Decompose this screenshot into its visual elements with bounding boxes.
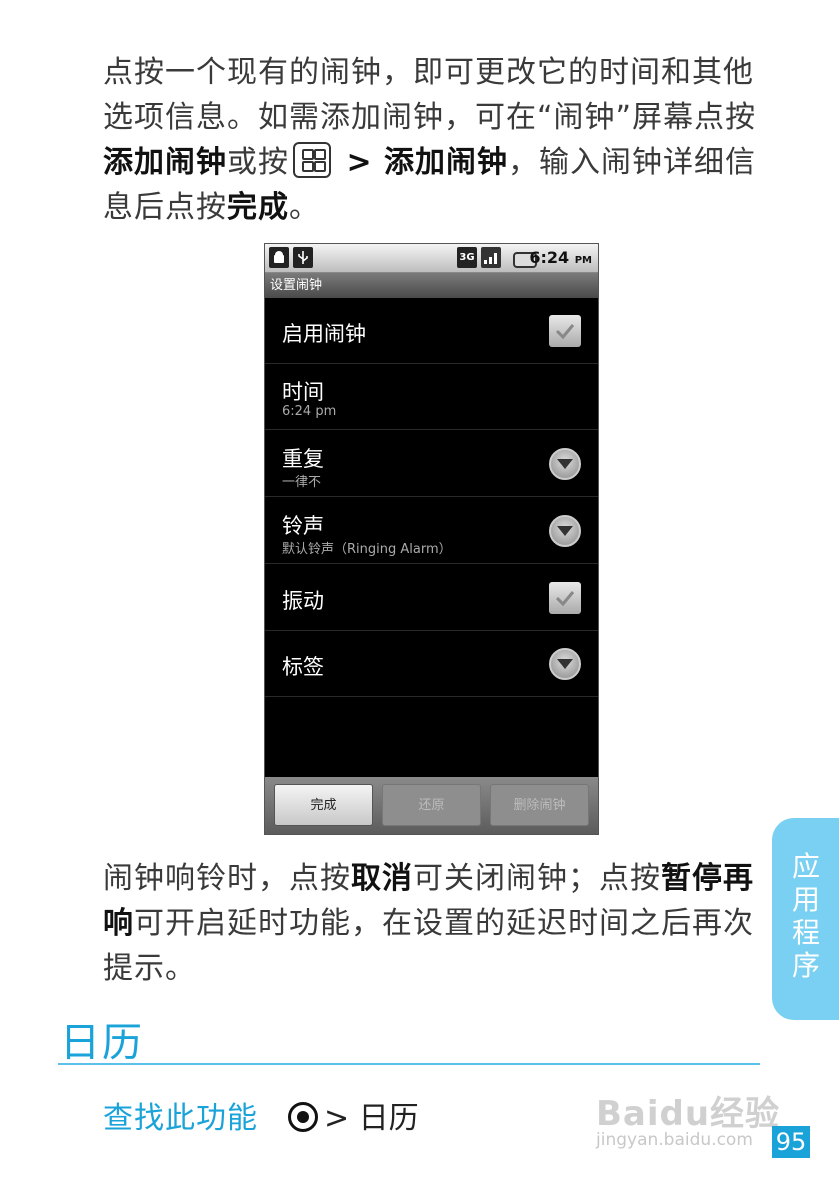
- setting-vibrate[interactable]: 振动: [265, 565, 598, 631]
- baidu-watermark: Baidu经验 jingyan.baidu.com: [596, 1078, 786, 1158]
- phone-screenshot: 3G 6:24 PM 设置闹钟 启用闹钟 时间 6:24 pm 重复 一律不 铃…: [264, 243, 599, 835]
- bold-term: 添加闹钟: [384, 145, 509, 180]
- find-feature-row: 查找此功能 > 日历: [103, 1093, 419, 1137]
- dropdown-arrow-icon[interactable]: [549, 448, 581, 480]
- setting-label[interactable]: 标签: [265, 631, 598, 697]
- watermark-url: jingyan.baidu.com: [596, 1130, 753, 1150]
- chapter-tab: 应用程序: [772, 818, 839, 1020]
- bold-term: 完成: [227, 190, 289, 225]
- home-key-icon: [288, 1102, 318, 1132]
- setting-enable-alarm[interactable]: 启用闹钟: [265, 298, 598, 364]
- row-label: 时间: [282, 380, 324, 404]
- dropdown-arrow-icon[interactable]: [549, 648, 581, 680]
- dropdown-arrow-icon[interactable]: [549, 515, 581, 547]
- status-bar: 3G 6:24 PM: [265, 244, 598, 273]
- row-label: 振动: [282, 589, 324, 613]
- menu-key-icon: [293, 142, 331, 178]
- text: 点按一个现有的闹钟，即可更改它的时间和其他选项信息。如需添加闹钟，可在“闹钟”屏…: [103, 55, 757, 135]
- android-icon: [269, 247, 289, 268]
- page-number: 95: [772, 1126, 810, 1158]
- section-title: 日历: [60, 1020, 144, 1066]
- row-label: 启用闹钟: [282, 322, 366, 346]
- done-button[interactable]: 完成: [274, 784, 373, 826]
- network-3g-icon: 3G: [457, 247, 477, 268]
- arrow-separator: >: [335, 145, 385, 180]
- bold-term: 添加闹钟: [103, 145, 227, 180]
- screen-title: 设置闹钟: [265, 273, 598, 298]
- bold-term: 取消: [351, 861, 413, 896]
- time-value: 6:24: [529, 248, 570, 267]
- text: 可开启延时功能，在设置的延迟时间之后再次提示。: [103, 906, 754, 986]
- ringing-paragraph: 闹钟响铃时，点按取消可关闭闹钟；点按暂停再响可开启延时功能，在设置的延迟时间之后…: [103, 856, 763, 991]
- chapter-tab-label: 应用程序: [791, 850, 820, 982]
- setting-ringtone[interactable]: 铃声 默认铃声（Ringing Alarm）: [265, 498, 598, 564]
- delete-alarm-button[interactable]: 删除闹钟: [490, 784, 589, 826]
- watermark-logo: Baidu经验: [596, 1094, 781, 1134]
- row-label: 标签: [282, 655, 324, 679]
- find-feature-path: > 日历: [324, 1101, 419, 1136]
- signal-icon: [481, 247, 501, 268]
- text: 或按: [227, 145, 289, 180]
- text: 闹钟响铃时，点按: [103, 861, 351, 896]
- bottom-button-bar: 完成 还原 删除闹钟: [265, 777, 598, 834]
- find-feature-label: 查找此功能: [103, 1101, 258, 1136]
- row-value: 一律不: [282, 475, 322, 490]
- row-label: 铃声: [282, 514, 324, 538]
- row-value: 默认铃声（Ringing Alarm）: [282, 542, 452, 557]
- setting-repeat[interactable]: 重复 一律不: [265, 431, 598, 497]
- usb-icon: [293, 247, 313, 268]
- section-divider: [58, 1063, 760, 1065]
- revert-button[interactable]: 还原: [382, 784, 481, 826]
- time-ampm: PM: [574, 255, 592, 266]
- intro-paragraph: 点按一个现有的闹钟，即可更改它的时间和其他选项信息。如需添加闹钟，可在“闹钟”屏…: [103, 50, 763, 230]
- checkbox-checked-icon[interactable]: [549, 315, 581, 347]
- text: 。: [289, 190, 320, 225]
- checkbox-checked-icon[interactable]: [549, 582, 581, 614]
- text: 可关闭闹钟；点按: [413, 861, 661, 896]
- row-value: 6:24 pm: [282, 404, 337, 419]
- row-label: 重复: [282, 447, 324, 471]
- status-time: 6:24 PM: [529, 248, 592, 267]
- setting-time[interactable]: 时间 6:24 pm: [265, 364, 598, 430]
